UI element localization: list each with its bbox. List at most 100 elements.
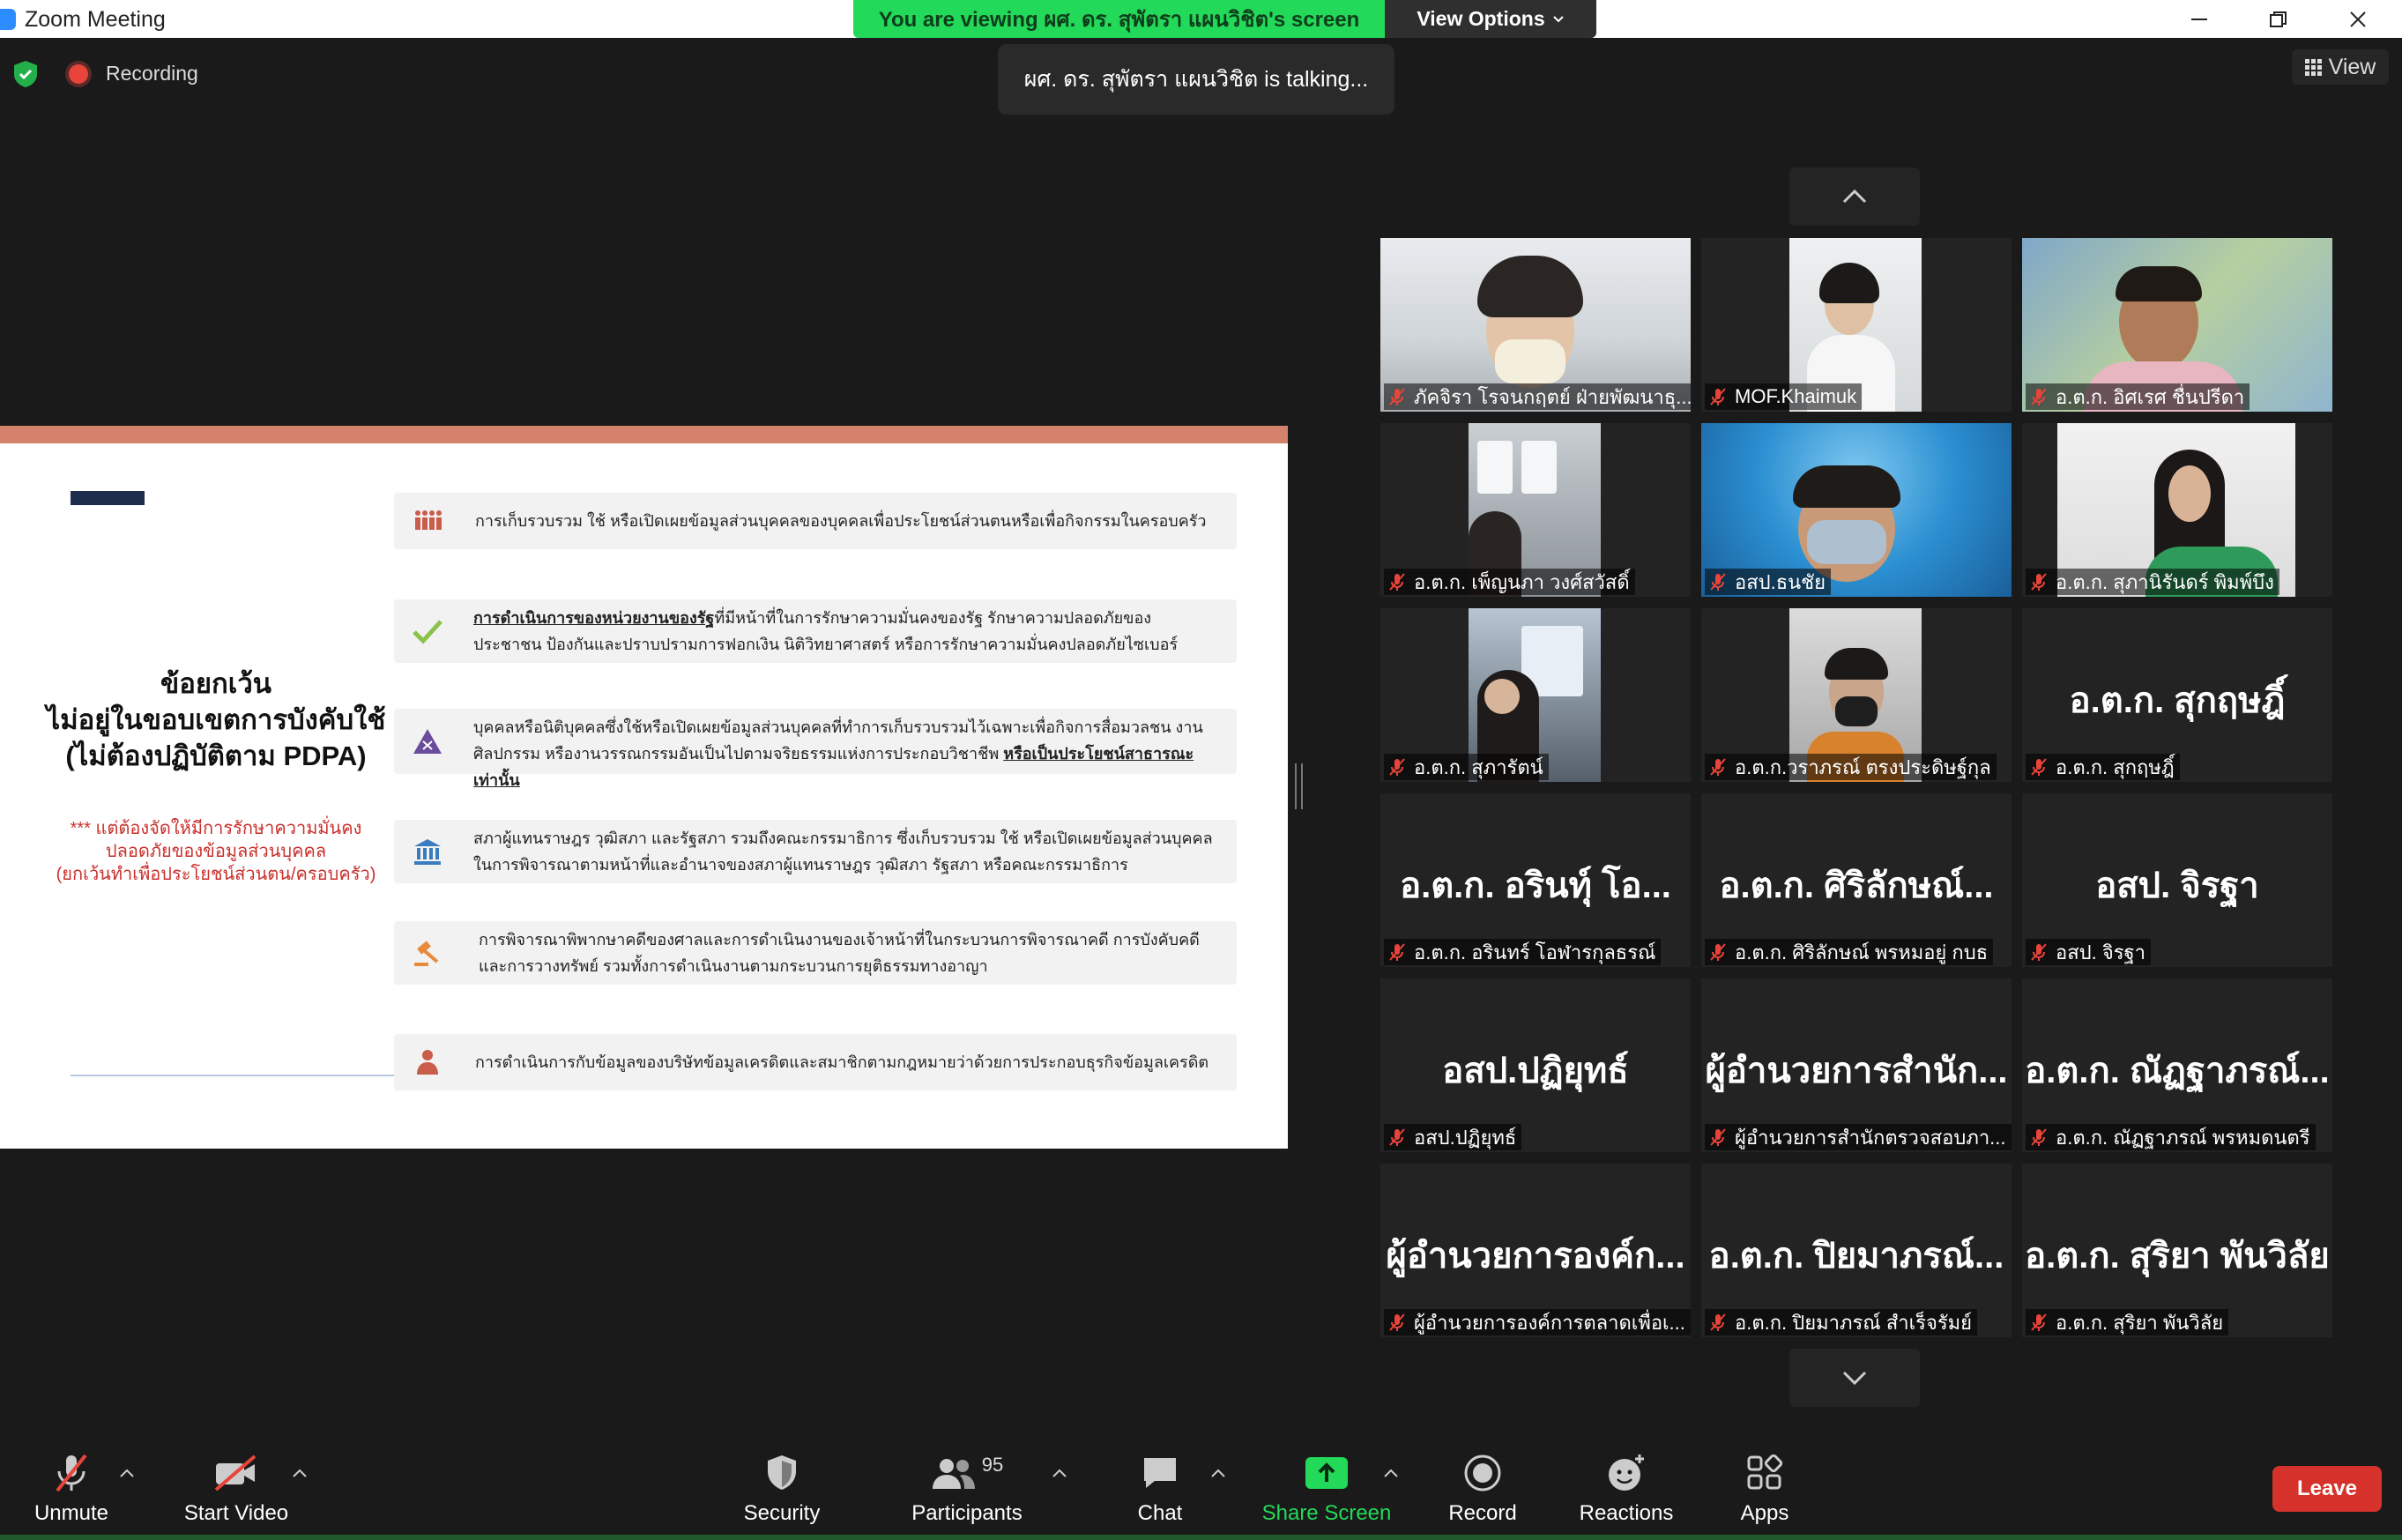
participant-name-label: อ.ต.ก. สุริยา พันวิลัย xyxy=(2056,1311,2224,1334)
recording-label[interactable]: Recording xyxy=(106,62,198,86)
security-shield-icon xyxy=(764,1450,799,1496)
chat-button[interactable]: Chat xyxy=(1128,1450,1192,1529)
participant-display-name: อสป. จิรฐา xyxy=(2095,867,2259,905)
participant-tile[interactable]: อ.ต.ก. เพ็ญนภา วงศ์สวัสดิ์ xyxy=(1380,423,1691,597)
participant-name-label: อ.ต.ก. เพ็ญนภา วงศ์สวัสดิ์ xyxy=(1414,570,1630,593)
participant-tile[interactable]: อ.ต.ก. อรินทุ์ โอ... อ.ต.ก. อรินทร์ โอฬา… xyxy=(1380,793,1691,967)
taskbar-edge xyxy=(0,1535,2402,1540)
recording-dot-icon xyxy=(69,64,88,84)
participant-tile[interactable]: MOF.Khaimuk xyxy=(1701,238,2012,412)
leave-button[interactable]: Leave xyxy=(2272,1466,2382,1512)
participant-display-name: อ.ต.ก. อรินทุ์ โอ... xyxy=(1400,867,1671,905)
view-button[interactable]: View xyxy=(2292,49,2389,85)
participant-name-label: อ.ต.ก. สุกฤษฎิ์ xyxy=(2056,755,2175,778)
participants-icon xyxy=(932,1459,975,1489)
close-button[interactable] xyxy=(2318,0,2398,38)
muted-mic-icon xyxy=(1708,942,1728,962)
reactions-label: Reactions xyxy=(1579,1501,1674,1525)
participant-display-name: อ.ต.ก. สุริยา พันวิลัย xyxy=(2025,1237,2330,1276)
security-button[interactable]: Security xyxy=(740,1450,823,1529)
muted-mic-icon xyxy=(1708,1127,1728,1147)
muted-mic-icon xyxy=(2029,757,2049,777)
security-label: Security xyxy=(743,1501,821,1525)
muted-mic-icon xyxy=(1387,387,1407,406)
participants-options-caret-icon[interactable] xyxy=(1051,1464,1068,1482)
participant-name-label: อสป.ธนชัย xyxy=(1735,570,1826,593)
chat-label: Chat xyxy=(1137,1501,1183,1525)
person-credit-icon xyxy=(408,1043,447,1082)
participant-name: MOF.Khaimuk xyxy=(1705,383,1863,410)
exception-row: การดำเนินการกับข้อมูลของบริษัทข้อมูลเครด… xyxy=(394,1034,1237,1090)
slide-heading-line-1: ข้อยกเว้น xyxy=(160,668,271,699)
record-label: Record xyxy=(1448,1501,1517,1525)
share-options-caret-icon[interactable] xyxy=(1382,1464,1400,1482)
slide-accent-bar xyxy=(71,491,145,505)
participant-name: อ.ต.ก. อิศเรศ ชื่นปรีดา xyxy=(2026,383,2250,410)
slide-note-line-2: ปลอดภัยของข้อมูลส่วนบุคคล xyxy=(105,842,327,861)
participant-tile[interactable]: อ.ต.ก. สุกฤษฎิ์ อ.ต.ก. สุกฤษฎิ์ xyxy=(2022,608,2332,782)
window-title: Zoom Meeting xyxy=(25,7,166,32)
participant-name: ผู้อำนวยการสำนักตรวจสอบภา... xyxy=(1705,1124,2012,1150)
apps-button[interactable]: Apps xyxy=(1732,1450,1797,1529)
exception-text: การดำเนินการกับข้อมูลของบริษัทข้อมูลเครด… xyxy=(475,1053,1209,1071)
participant-name: อ.ต.ก. เพ็ญนภา วงศ์สวัสดิ์ xyxy=(1384,569,1635,595)
participants-icon-group: 95 xyxy=(931,1450,1003,1496)
participant-name: อสป.ธนชัย xyxy=(1705,569,1832,595)
participant-name-label: ผู้อำนวยการสำนักตรวจสอบภา... xyxy=(1735,1126,2006,1149)
participant-tile[interactable]: ภัคจิรา โรจนกฤตย์ ฝ่ายพัฒนาธุ... xyxy=(1380,238,1691,412)
participant-tile[interactable]: อ.ต.ก. สุภารัตน์ xyxy=(1380,608,1691,782)
participant-tile[interactable]: ผู้อำนวยการองค์ก... ผู้อำนวยการองค์การตล… xyxy=(1380,1164,1691,1337)
video-options-caret-icon[interactable] xyxy=(291,1464,309,1482)
participant-name-label: อสป.ปฏิยุทธ์ xyxy=(1414,1126,1517,1149)
record-button[interactable]: Record xyxy=(1446,1450,1520,1529)
record-icon xyxy=(1463,1450,1502,1496)
participant-name: อ.ต.ก. ปิยมาภรณ์ สำเร็จรัมย์ xyxy=(1705,1309,1978,1335)
participant-tile[interactable]: อสป.ธนชัย xyxy=(1701,423,2012,597)
view-options-button[interactable]: View Options xyxy=(1385,0,1596,38)
chat-options-caret-icon[interactable] xyxy=(1209,1464,1227,1482)
participants-button[interactable]: 95 Participants xyxy=(904,1450,1030,1529)
slide-heading-line-3: (ไม่ต้องปฏิบัติตาม PDPA) xyxy=(65,740,367,771)
split-view-handle[interactable] xyxy=(1295,763,1303,809)
reactions-button[interactable]: Reactions xyxy=(1578,1450,1675,1529)
viewing-screen-banner: You are viewing ผศ. ดร. สุพัตรา แผนวิชิต… xyxy=(853,0,1385,38)
participant-name: อ.ต.ก. สุกฤษฎิ์ xyxy=(2026,754,2180,780)
exception-bold-text: การดำเนินการของหน่วยงานของรัฐ xyxy=(473,609,715,627)
muted-microphone-icon xyxy=(52,1450,91,1496)
gallery-page-up-button[interactable] xyxy=(1789,167,1920,226)
gallery-page-down-button[interactable] xyxy=(1789,1349,1920,1407)
grid-view-icon xyxy=(2304,58,2322,76)
slide-note-line-3: (ยกเว้นทำเพื่อประโยชน์ส่วนตน/ครอบครัว) xyxy=(56,865,376,884)
participant-tile[interactable]: อ.ต.ก. ปิยมาภรณ์... อ.ต.ก. ปิยมาภรณ์ สำเ… xyxy=(1701,1164,2012,1337)
participant-tile[interactable]: อ.ต.ก. สุริยา พันวิลัย อ.ต.ก. สุริยา พัน… xyxy=(2022,1164,2332,1337)
unmute-button[interactable]: Unmute xyxy=(32,1450,111,1529)
participant-display-name: อ.ต.ก. ศิริลักษณ์... xyxy=(1719,867,1994,905)
restore-button[interactable] xyxy=(2239,0,2318,38)
participant-tile[interactable]: อ.ต.ก. สุภานิรันดร์ พิมพ์บึง xyxy=(2022,423,2332,597)
participant-tile[interactable]: อ.ต.ก. อิศเรศ ชื่นปรีดา xyxy=(2022,238,2332,412)
participant-tile[interactable]: อสป.ปฏิยุทธ์ อสป.ปฏิยุทธ์ xyxy=(1380,978,1691,1152)
exception-row: บุคคลหรือนิติบุคคลซึ่งใช้หรือเปิดเผยข้อม… xyxy=(394,709,1237,789)
parliament-icon xyxy=(408,832,447,871)
participants-count: 95 xyxy=(981,1454,1004,1476)
shared-screen: ข้อยกเว้น ไม่อยู่ในขอบเขตการบังคับใช้ (ไ… xyxy=(0,426,1288,1149)
minimize-button[interactable] xyxy=(2160,0,2239,38)
audio-options-caret-icon[interactable] xyxy=(118,1464,136,1482)
slide-note-line-1: *** แต่ต้องจัดให้มีการรักษาความมั่นคง xyxy=(70,819,362,838)
muted-mic-icon xyxy=(1387,942,1407,962)
share-screen-button[interactable]: Share Screen xyxy=(1260,1450,1393,1529)
participant-name-label: อ.ต.ก. สุภารัตน์ xyxy=(1414,755,1543,778)
participant-tile[interactable]: อ.ต.ก. ณัฏฐาภรณ์... อ.ต.ก. ณัฏฐาภรณ์ พรห… xyxy=(2022,978,2332,1152)
muted-mic-icon xyxy=(2029,942,2049,962)
media-triangle-icon xyxy=(408,722,447,761)
participant-display-name: ผู้อำนวยการองค์ก... xyxy=(1386,1237,1685,1276)
video-off-icon xyxy=(212,1450,260,1496)
participant-display-name: อ.ต.ก. ปิยมาภรณ์... xyxy=(1708,1237,2004,1276)
participant-tile[interactable]: อสป. จิรฐา อสป. จิรฐา xyxy=(2022,793,2332,967)
participant-tile[interactable]: อ.ต.ก.วราภรณ์ ตรงประดิษฐ์กุล xyxy=(1701,608,2012,782)
exception-row: การพิจารณาพิพากษาคดีของศาลและการดำเนินงา… xyxy=(394,921,1237,985)
participant-tile[interactable]: อ.ต.ก. ศิริลักษณ์... อ.ต.ก. ศิริลักษณ์ พ… xyxy=(1701,793,2012,967)
encryption-shield-icon[interactable] xyxy=(12,60,39,88)
start-video-button[interactable]: Start Video xyxy=(179,1450,294,1529)
participant-tile[interactable]: ผู้อำนวยการสำนัก... ผู้อำนวยการสำนักตรวจ… xyxy=(1701,978,2012,1152)
